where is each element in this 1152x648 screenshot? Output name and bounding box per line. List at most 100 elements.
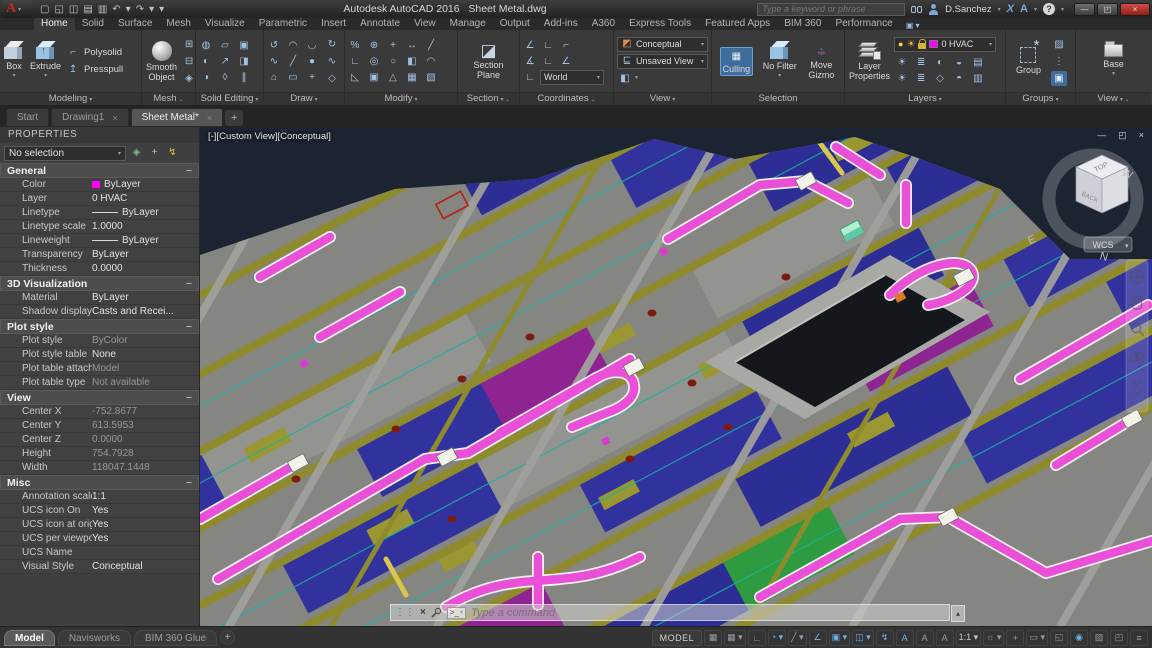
annotation-sync-button[interactable]: A	[936, 630, 954, 646]
line-icon[interactable]: ╱	[285, 54, 301, 69]
ucs-icon-4[interactable]: ∡	[522, 54, 538, 69]
command-close-icon[interactable]: ×	[420, 607, 426, 618]
layer-combo[interactable]: ● ☀ 0 HVAC▾	[894, 37, 996, 52]
named-view-combo[interactable]: ⊑ Unsaved View▾	[617, 54, 708, 69]
property-row-center-x[interactable]: Center X-752.8677	[0, 405, 199, 419]
hardware-acceleration-button[interactable]: ◉	[1070, 630, 1088, 646]
a360-dropdown-icon[interactable]: ▾	[1034, 6, 1037, 13]
separate-icon[interactable]: ∥	[236, 70, 252, 85]
property-row-plot-style[interactable]: Plot styleByColor	[0, 334, 199, 348]
no-filter-button[interactable]: No Filter▾	[761, 40, 799, 82]
annotation-scale-button[interactable]: 1:1 ▾	[956, 630, 982, 646]
union-icon[interactable]: ◍	[198, 38, 214, 53]
viewport-close-icon[interactable]: ×	[1139, 130, 1144, 141]
spline-fit-icon[interactable]: ∿	[324, 54, 340, 69]
point-icon[interactable]: +	[304, 70, 320, 85]
layer-isolate-icon[interactable]: ≣	[913, 55, 929, 70]
group-edit-icon[interactable]: ⋮	[1051, 54, 1067, 69]
clean-screen-button[interactable]: ◰	[1110, 630, 1128, 646]
ucs-combo[interactable]: World▾	[540, 70, 604, 85]
open-file-button[interactable]: ◱	[54, 4, 63, 15]
panel-label-coordinates[interactable]: Coordinates⌄	[520, 92, 613, 105]
layer-unlock-icon[interactable]: ◓	[951, 71, 967, 86]
property-row-linetype-scale[interactable]: Linetype scale1.0000	[0, 220, 199, 234]
property-row-thickness[interactable]: Thickness0.0000	[0, 262, 199, 276]
ucs-icon-2[interactable]: ∟	[540, 38, 556, 53]
panel-label-view-output[interactable]: View▾ ⌄	[1076, 92, 1151, 105]
panel-label-groups[interactable]: Groups▾	[1006, 92, 1075, 105]
section-general[interactable]: General−	[0, 163, 199, 178]
drawing-viewport[interactable]: TOP BACK E N W WCS ▾	[200, 127, 1152, 626]
select-objects-icon[interactable]: +	[147, 146, 162, 160]
tab-addins[interactable]: Add-ins	[537, 18, 585, 30]
qat-customize-icon[interactable]: ▾	[159, 4, 164, 15]
tab-insert[interactable]: Insert	[314, 18, 353, 30]
trim-icon[interactable]: ╱	[423, 38, 439, 53]
spline-icon[interactable]: ∿	[266, 54, 282, 69]
close-tab-icon[interactable]: ×	[207, 113, 212, 123]
property-row-width[interactable]: Width118047.1448	[0, 461, 199, 475]
isodraft-button[interactable]: ╱ ▾	[788, 630, 806, 646]
polysolid-button[interactable]: ⌐ Polysolid	[65, 45, 123, 60]
group-selection-icon[interactable]: ▣	[1051, 71, 1067, 86]
tab-express-tools[interactable]: Express Tools	[622, 18, 698, 30]
layer-off-icon[interactable]: ☀	[894, 55, 910, 70]
slice-icon[interactable]: ▱	[217, 38, 233, 53]
property-row-ucs-per-viewport[interactable]: UCS per viewportYes	[0, 532, 199, 546]
layer-on-tool-icon[interactable]: ☀	[894, 71, 910, 86]
redo-button[interactable]: ↷	[136, 4, 144, 15]
polar-tracking-button[interactable]: ◔ ▾	[768, 630, 786, 646]
tab-solid[interactable]: Solid	[75, 18, 111, 30]
search-input[interactable]	[757, 3, 905, 16]
layout-tab-navisworks[interactable]: Navisworks	[58, 630, 131, 646]
property-row-shadow-display[interactable]: Shadow displayCasts and Recei...	[0, 305, 199, 319]
property-row-lineweight[interactable]: LineweightByLayer	[0, 234, 199, 248]
property-row-ucs-icon-on[interactable]: UCS icon OnYes	[0, 504, 199, 518]
mirror-icon[interactable]: ◧	[404, 54, 420, 69]
layout-tab-model[interactable]: Model	[4, 630, 55, 646]
collapse-icon[interactable]: −	[186, 278, 192, 290]
exchange-apps-icon[interactable]: X	[1007, 3, 1014, 15]
mesh-reduce-icon[interactable]: ⊟	[181, 54, 197, 69]
ucs-icon-5[interactable]: ∟	[540, 54, 556, 69]
annotation-autoscale-button[interactable]: A	[916, 630, 934, 646]
save-button[interactable]: ◫	[69, 4, 78, 15]
fillet-edge-icon[interactable]: ▣	[236, 38, 252, 53]
property-row-layer[interactable]: Layer0 HVAC	[0, 192, 199, 206]
property-row-transparency[interactable]: TransparencyByLayer	[0, 248, 199, 262]
workspace-switching-button[interactable]: ☼ ▾	[983, 630, 1004, 646]
layer-match-icon[interactable]: ▤	[970, 55, 986, 70]
property-row-color[interactable]: ColorByLayer	[0, 178, 199, 192]
rotate-3d-icon[interactable]: ⊕	[366, 38, 382, 53]
tab-output[interactable]: Output	[493, 18, 537, 30]
explode-icon[interactable]: △	[385, 70, 401, 85]
array-options-icon[interactable]: ▧	[423, 70, 439, 85]
restore-button[interactable]: ◰	[1097, 3, 1118, 16]
tab-performance[interactable]: Performance	[828, 18, 899, 30]
rectangle-icon[interactable]: ▭	[285, 70, 301, 85]
section-plot-style[interactable]: Plot style−	[0, 319, 199, 334]
tab-visualize[interactable]: Visualize	[198, 18, 252, 30]
object-snap-button[interactable]: ▣ ▾	[829, 630, 851, 646]
plot-button[interactable]: ▥	[98, 4, 107, 15]
extrude-button[interactable]: ↑ Extrude▾	[28, 40, 63, 82]
signin-user[interactable]: D.Sanchez	[945, 4, 991, 15]
ucs-icon-6[interactable]: ∠	[558, 54, 574, 69]
annotation-monitor-button[interactable]: +	[1006, 630, 1024, 646]
quick-properties-button[interactable]: ◱	[1050, 630, 1068, 646]
stretch-icon[interactable]: ▣	[366, 70, 382, 85]
panel-label-section[interactable]: Section▾ ⌄	[458, 92, 519, 105]
command-line[interactable]: ⋮⋮ × >_▾ ▴	[390, 604, 950, 621]
collapse-icon[interactable]: −	[186, 165, 192, 177]
panel-label-selection[interactable]: Selection	[712, 92, 844, 105]
tab-annotate[interactable]: Annotate	[353, 18, 407, 30]
property-row-visual-style[interactable]: Visual StyleConceptual	[0, 560, 199, 574]
command-history-icon[interactable]: ▴	[951, 605, 965, 622]
layer-lock-tool-icon[interactable]: ◒	[951, 55, 967, 70]
panel-label-layers[interactable]: Layers▾	[845, 92, 1005, 105]
property-row-annotation-scale[interactable]: Annotation scale1:1	[0, 490, 199, 504]
help-button[interactable]: ?	[1043, 3, 1055, 15]
property-row-ucs-name[interactable]: UCS Name	[0, 546, 199, 560]
group-button[interactable]: * Group	[1014, 46, 1043, 76]
erase-icon[interactable]: ∟	[347, 54, 363, 69]
